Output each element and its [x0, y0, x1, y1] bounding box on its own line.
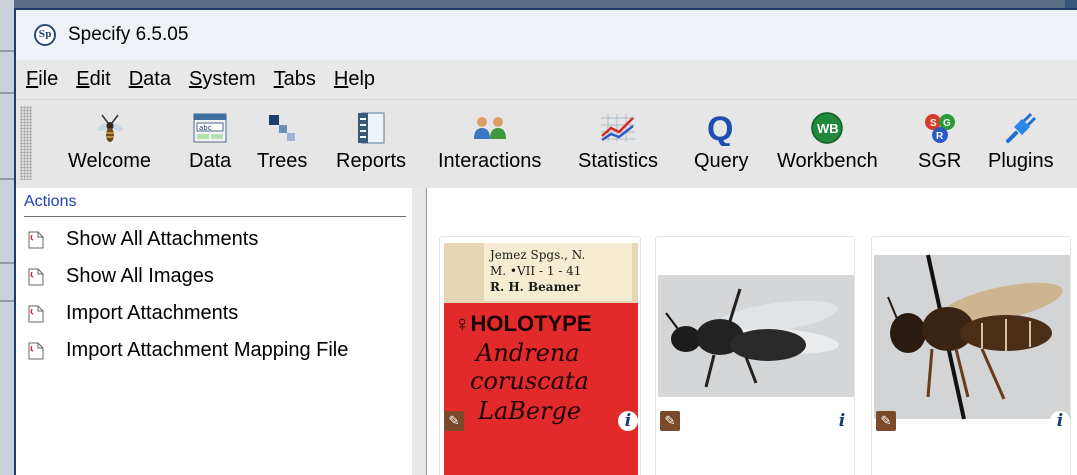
specify-window: Sp Specify 6.5.05 File Edit Data System …	[14, 8, 1077, 475]
edit-attachment-icon[interactable]: ✎	[444, 411, 464, 431]
action-label: Show All Images	[66, 265, 214, 287]
title-bar[interactable]: Sp Specify 6.5.05	[16, 10, 1077, 60]
actions-panel: Actions Show All Attachments Show All Im…	[16, 188, 413, 475]
import-attachments-action[interactable]: Import Attachments	[16, 295, 412, 332]
svg-text:R: R	[936, 131, 944, 142]
info-icon[interactable]: i	[832, 411, 852, 431]
bee-icon	[94, 108, 126, 148]
query-icon: Q	[703, 108, 739, 148]
svg-text:R. H. Beamer: R. H. Beamer	[490, 280, 581, 294]
bee-specimen-dorsal-image	[656, 237, 854, 475]
svg-text:♀HOLOTYPE: ♀HOLOTYPE	[454, 311, 592, 336]
import-attachment-mapping-file-action[interactable]: Import Attachment Mapping File	[16, 332, 412, 369]
specimen-label-image: Jemez Spgs., N. M. •VII - 1 - 41 R. H. B…	[440, 237, 640, 475]
interactions-label: Interactions	[438, 150, 542, 172]
svg-text:Jemez Spgs., N.: Jemez Spgs., N.	[488, 248, 585, 262]
main-content: Actions Show All Attachments Show All Im…	[16, 188, 1077, 475]
form-icon: abc	[193, 108, 227, 148]
chart-icon	[599, 108, 637, 148]
plug-icon	[1004, 108, 1038, 148]
attachment-doc-icon	[28, 342, 44, 360]
attachment-thumbnail[interactable]: ✎ i	[871, 236, 1071, 475]
svg-text:abc: abc	[199, 124, 212, 132]
welcome-button[interactable]: Welcome	[68, 100, 151, 188]
svg-text:S: S	[930, 118, 937, 129]
svg-text:coruscata: coruscata	[470, 367, 589, 395]
sgr-button[interactable]: S G R SGR	[918, 100, 961, 188]
reports-button[interactable]: Reports	[336, 100, 406, 188]
plugins-button[interactable]: Plugins	[988, 100, 1054, 188]
menu-file[interactable]: File	[26, 68, 58, 91]
svg-text:G: G	[943, 118, 951, 129]
menu-data[interactable]: Data	[129, 68, 171, 91]
trees-label: Trees	[257, 150, 308, 172]
svg-text:Q: Q	[707, 110, 733, 146]
action-label: Import Attachment Mapping File	[66, 339, 349, 361]
edit-attachment-icon[interactable]: ✎	[660, 411, 680, 431]
welcome-label: Welcome	[68, 150, 151, 172]
attachment-thumbnail[interactable]: ✎ i	[655, 236, 855, 475]
split-pane-divider[interactable]	[412, 188, 426, 475]
interactions-button[interactable]: Interactions	[438, 100, 541, 188]
workbench-icon: WB	[810, 108, 844, 148]
attachment-doc-icon	[28, 231, 44, 249]
toolbar-grip[interactable]	[20, 106, 32, 180]
show-all-images-action[interactable]: Show All Images	[16, 258, 412, 295]
data-label: Data	[189, 150, 232, 172]
menu-edit[interactable]: Edit	[76, 68, 110, 91]
info-icon[interactable]: i	[618, 411, 638, 431]
trees-button[interactable]: Trees	[257, 100, 307, 188]
svg-text:WB: WB	[817, 121, 839, 136]
workbench-label: Workbench	[777, 150, 878, 172]
sgr-icon: S G R	[923, 108, 957, 148]
svg-text:LaBerge: LaBerge	[477, 397, 581, 425]
edit-attachment-icon[interactable]: ✎	[876, 411, 896, 431]
svg-text:Andrena: Andrena	[474, 339, 580, 367]
attachment-thumbnail[interactable]: Jemez Spgs., N. M. •VII - 1 - 41 R. H. B…	[439, 236, 641, 475]
sgr-label: SGR	[918, 150, 962, 172]
statistics-button[interactable]: Statistics	[578, 100, 658, 188]
reports-label: Reports	[336, 150, 407, 172]
window-title: Specify 6.5.05	[68, 24, 189, 45]
main-toolbar: Welcome abc Data Trees Reports Interacti…	[16, 100, 1077, 189]
query-button[interactable]: Q Query	[694, 100, 748, 188]
attachments-gallery: Jemez Spgs., N. M. •VII - 1 - 41 R. H. B…	[426, 188, 1077, 475]
menu-help[interactable]: Help	[334, 68, 375, 91]
action-label: Import Attachments	[66, 302, 239, 324]
report-icon	[356, 108, 386, 148]
attachment-doc-icon	[28, 305, 44, 323]
attachment-doc-icon	[28, 268, 44, 286]
menu-system[interactable]: System	[189, 68, 256, 91]
bee-specimen-lateral-image	[872, 237, 1070, 475]
show-all-attachments-action[interactable]: Show All Attachments	[16, 221, 412, 258]
plugins-label: Plugins	[988, 150, 1054, 172]
tree-icon	[267, 108, 297, 148]
info-icon[interactable]: i	[1050, 411, 1070, 431]
actions-heading: Actions	[24, 188, 406, 217]
workbench-button[interactable]: WB Workbench	[777, 100, 878, 188]
menu-bar: File Edit Data System Tabs Help	[16, 60, 1077, 100]
statistics-label: Statistics	[578, 150, 659, 172]
specify-logo-icon: Sp	[34, 24, 56, 46]
query-label: Query	[694, 150, 749, 172]
people-icon	[471, 108, 509, 148]
action-label: Show All Attachments	[66, 228, 259, 250]
data-button[interactable]: abc Data	[189, 100, 231, 188]
background-window-left	[0, 0, 14, 475]
menu-tabs[interactable]: Tabs	[274, 68, 316, 91]
svg-text:M. •VII - 1 - 41: M. •VII - 1 - 41	[490, 264, 581, 278]
